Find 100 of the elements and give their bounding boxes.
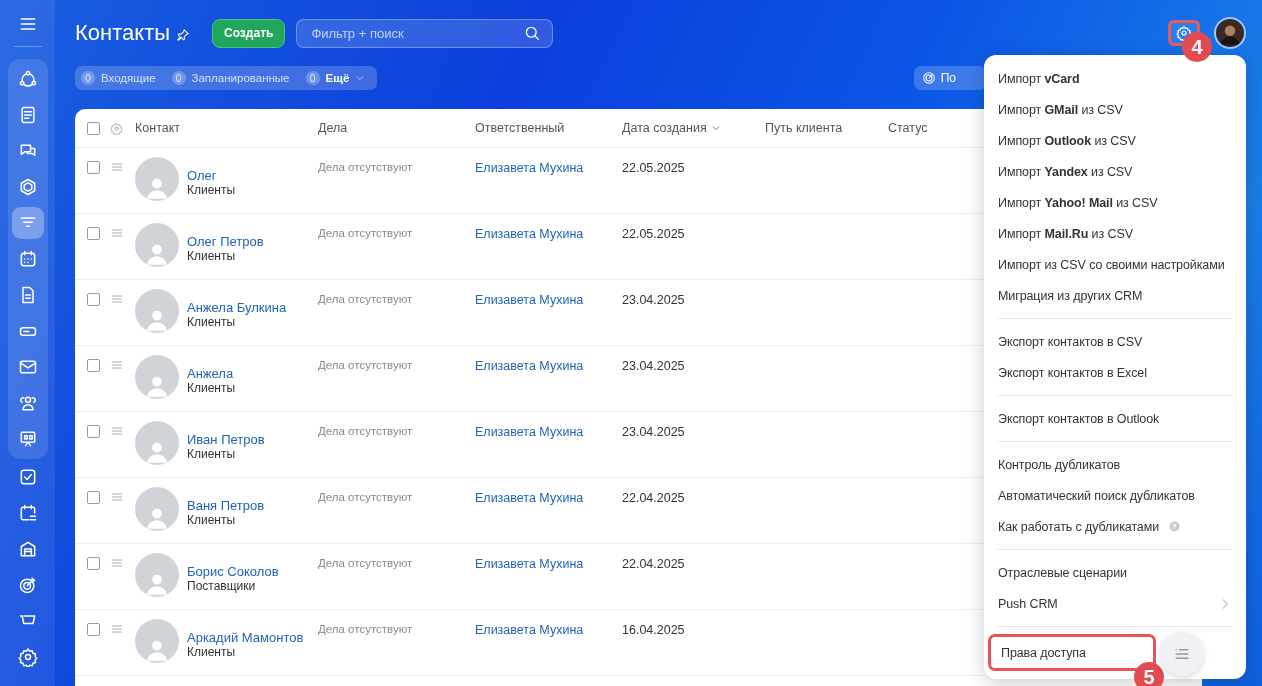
menu-item[interactable]: Импорт Outlook из CSV	[998, 125, 1232, 156]
contact-avatar	[135, 421, 179, 465]
table-cell: 23.04.2025	[622, 425, 685, 439]
chevron-down-icon	[355, 73, 366, 83]
responsible-link[interactable]: Елизавета Мухина	[475, 425, 584, 477]
table-cell-text: Дела отсутствуют	[318, 425, 413, 439]
drag-handle-icon[interactable]	[110, 622, 124, 636]
drag-handle-icon[interactable]	[110, 358, 124, 372]
contact-group: Клиенты	[187, 183, 236, 197]
contact-group: Клиенты	[187, 315, 287, 329]
contact-name-link[interactable]: Анжела Булкина	[187, 301, 287, 315]
counter-filter[interactable]: 0 Запланированные	[171, 71, 290, 85]
menu-item[interactable]: Отраслевые сценарии	[998, 557, 1232, 588]
column-header[interactable]: Ответственный	[475, 121, 565, 135]
column-header[interactable]: Путь клиента	[765, 121, 843, 135]
menu-item[interactable]: Импорт Mail.Ru из CSV	[998, 218, 1232, 249]
table-cell-text: Дела отсутствуют	[318, 491, 413, 505]
contact-name-link[interactable]: Анжела	[187, 367, 236, 381]
row-checkbox[interactable]	[87, 293, 100, 306]
responsible-link[interactable]: Елизавета Мухина	[475, 359, 584, 411]
responsible-link[interactable]: Елизавета Мухина	[475, 227, 584, 279]
table-cell-text: Дела отсутствуют	[318, 359, 413, 373]
responsible-link[interactable]: Елизавета Мухина	[475, 491, 584, 543]
menu-item[interactable]: Push CRM	[998, 588, 1232, 619]
row-checkbox[interactable]	[87, 425, 100, 438]
menu-item[interactable]: Автоматический поиск дубликатов	[998, 480, 1232, 511]
contact-name-link[interactable]: Ваня Петров	[187, 499, 265, 513]
table-cell-text: Дела отсутствуют	[318, 557, 413, 571]
table-cell: 23.04.2025	[622, 359, 685, 373]
table-cell: 22.04.2025	[622, 491, 685, 505]
menu-item[interactable]: Экспорт контактов в Outlook	[998, 403, 1232, 434]
contact-name-link[interactable]: Аркадий Мамонтов	[187, 631, 304, 645]
contact-name-link[interactable]: Олег Петров	[187, 235, 264, 249]
column-header[interactable]: Дата создания	[622, 121, 707, 135]
mail-icon	[17, 357, 38, 377]
contact-group: Клиенты	[187, 645, 304, 659]
drag-handle-icon[interactable]	[110, 424, 124, 438]
table-cell: 22.05.2025	[622, 227, 685, 241]
row-checkbox[interactable]	[87, 557, 100, 570]
select-all-checkbox[interactable]	[87, 121, 100, 135]
responsible-link[interactable]: Елизавета Мухина	[475, 161, 584, 213]
table-cell: 22.04.2025	[622, 557, 685, 571]
table-cell-text: Дела отсутствуют	[318, 227, 413, 241]
user-avatar[interactable]	[1214, 17, 1246, 49]
sidebar-item[interactable]	[11, 207, 44, 239]
contact-name-link[interactable]: Олег	[187, 169, 236, 183]
contact-avatar	[135, 157, 179, 201]
contact-avatar	[135, 355, 179, 399]
contact-group: Клиенты	[187, 381, 236, 395]
responsible-link[interactable]: Елизавета Мухина	[475, 293, 584, 345]
contact-avatar	[135, 553, 179, 597]
contact-group: Клиенты	[187, 249, 264, 263]
menu-item[interactable]: Как работать с дубликатами	[998, 511, 1232, 542]
column-header[interactable]: Статус	[888, 121, 928, 135]
column-header[interactable]: Дела	[318, 121, 348, 135]
contact-group: Поставщики	[187, 579, 279, 593]
menu-item[interactable]: Импорт Yahoo! Mail из CSV	[998, 187, 1232, 218]
menu-item[interactable]: Импорт vCard	[998, 63, 1232, 94]
menu-item[interactable]: Контроль дубликатов	[998, 449, 1232, 480]
contact-group: Клиенты	[187, 447, 265, 461]
table-cell: 22.05.2025	[622, 161, 685, 175]
contact-avatar	[135, 619, 179, 663]
row-checkbox[interactable]	[87, 227, 100, 240]
settings-icon	[1176, 25, 1192, 41]
users-icon	[17, 393, 38, 413]
table-cell-text: Дела отсутствуют	[318, 161, 413, 175]
menu-item[interactable]: Миграция из других CRM	[998, 280, 1232, 311]
table-cell-text: Дела отсутствуют	[318, 623, 413, 637]
contact-avatar	[135, 223, 179, 267]
column-header[interactable]: Контакт	[135, 121, 180, 135]
drag-handle-icon[interactable]	[110, 160, 124, 174]
contact-group: Клиенты	[187, 513, 265, 527]
settings-icon[interactable]	[110, 121, 123, 135]
menu-item[interactable]: Импорт GMail из CSV	[998, 94, 1232, 125]
page-title: Контакты	[75, 20, 171, 46]
menu-item[interactable]: Импорт Yandex из CSV	[998, 156, 1232, 187]
contact-name-link[interactable]: Борис Соколов	[187, 565, 279, 579]
menu-item[interactable]: Экспорт контактов в Excel	[998, 357, 1232, 388]
filter-button[interactable]: По	[913, 66, 986, 90]
menu-item[interactable]: Импорт из CSV со своими настройками	[998, 249, 1232, 280]
table-cell: 23.04.2025	[622, 293, 685, 307]
drag-handle-icon[interactable]	[110, 292, 124, 306]
step-number-tooltip: 5	[1134, 662, 1164, 686]
responsible-link[interactable]: Елизавета Мухина	[475, 623, 584, 675]
settings-icon	[17, 647, 38, 667]
contact-name-link[interactable]: Иван Петров	[187, 433, 265, 447]
row-checkbox[interactable]	[87, 623, 100, 636]
row-checkbox[interactable]	[87, 161, 100, 174]
row-checkbox[interactable]	[87, 491, 100, 504]
menu-item[interactable]: Экспорт контактов в CSV	[998, 326, 1232, 357]
contact-avatar	[135, 289, 179, 333]
counter-filter[interactable]: 0 Ещё	[305, 71, 366, 85]
drag-handle-icon[interactable]	[110, 556, 124, 570]
drag-handle-icon[interactable]	[110, 226, 124, 240]
table-cell: 16.04.2025	[622, 623, 685, 637]
drag-handle-icon[interactable]	[110, 490, 124, 504]
responsible-link[interactable]: Елизавета Мухина	[475, 557, 584, 609]
row-checkbox[interactable]	[87, 359, 100, 372]
pin-icon[interactable]	[176, 28, 191, 42]
chevron-down-icon	[710, 123, 721, 133]
